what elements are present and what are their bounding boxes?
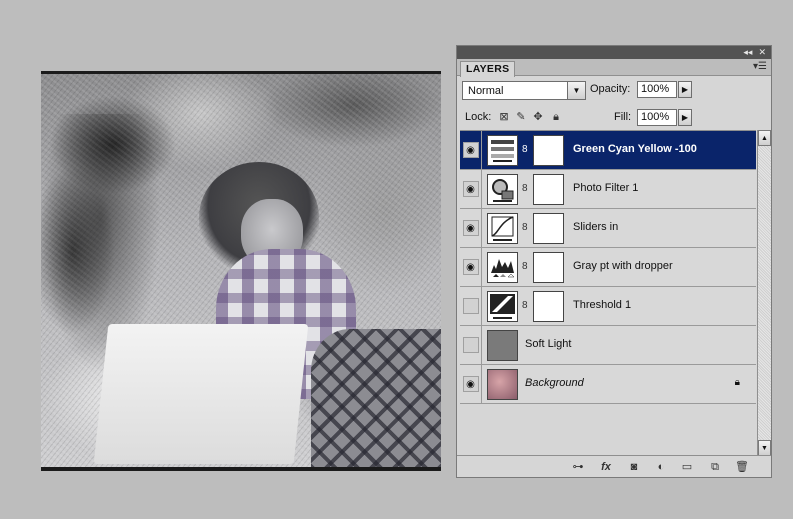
layer-row[interactable]: ◉ Background 🔒︎: [460, 365, 756, 404]
layer-row[interactable]: Soft Light: [460, 326, 756, 365]
visibility-toggle[interactable]: ◉: [460, 209, 482, 247]
fx-icon[interactable]: fx: [598, 459, 614, 475]
mask-link-icon[interactable]: 8: [522, 144, 528, 155]
chevron-down-icon[interactable]: ▼: [567, 82, 585, 99]
layer-name[interactable]: Soft Light: [525, 338, 571, 350]
layer-row[interactable]: ◉ 8 Sliders in: [460, 209, 756, 248]
lock-icon: 🔒︎: [734, 377, 740, 388]
layer-name[interactable]: Background: [525, 377, 584, 389]
document-canvas[interactable]: [41, 71, 441, 471]
layer-row[interactable]: ◉ 8 Green Cyan Yellow -100: [460, 131, 756, 170]
layer-name[interactable]: Sliders in: [573, 221, 618, 233]
eye-icon: ◉: [466, 378, 475, 390]
layers-list: ◉ 8 Green Cyan Yellow -100 ◉ 8 Photo Fil…: [460, 130, 756, 456]
visibility-toggle[interactable]: ◉: [460, 170, 482, 208]
layers-panel: ◂◂ ✕ LAYERS ▾☰ Normal ▼ Opacity: 100% ▶ …: [456, 45, 772, 478]
curves-icon[interactable]: [487, 213, 518, 244]
opacity-slider-arrow-icon[interactable]: ▶: [678, 81, 692, 98]
visibility-toggle[interactable]: [460, 326, 482, 364]
link-layers-icon[interactable]: ⊶: [570, 459, 586, 475]
layers-scrollbar[interactable]: ▲ ▼: [757, 130, 771, 456]
fill-input[interactable]: 100%: [637, 109, 677, 126]
scroll-down-icon[interactable]: ▼: [758, 440, 771, 456]
trash-icon[interactable]: 🗑︎: [734, 459, 750, 475]
layer-mask-thumbnail[interactable]: [533, 252, 564, 283]
lock-position-icon[interactable]: ✥: [532, 111, 544, 123]
adjustment-layer-icon[interactable]: ◐: [653, 459, 669, 475]
fill-slider-arrow-icon[interactable]: ▶: [678, 109, 692, 126]
layer-mask-thumbnail[interactable]: [533, 135, 564, 166]
layer-mask-thumbnail[interactable]: [533, 174, 564, 205]
layer-row[interactable]: 8 Threshold 1: [460, 287, 756, 326]
panel-tab-bar: LAYERS ▾☰: [457, 59, 771, 77]
blend-mode-select[interactable]: Normal ▼: [462, 81, 586, 100]
color-balance-icon[interactable]: [487, 135, 518, 166]
photo-gift-box: [93, 324, 309, 464]
mask-link-icon[interactable]: 8: [522, 261, 528, 272]
panel-bottom-bar: ⊶ fx ◙ ◐ ▭ ⧉ 🗑︎: [457, 455, 771, 477]
layer-name[interactable]: Threshold 1: [573, 299, 631, 311]
mask-link-icon[interactable]: 8: [522, 222, 528, 233]
add-mask-icon[interactable]: ◙: [626, 459, 642, 475]
lock-row: Lock: ⊠ ✎ ✥ 🔒︎ Fill: 100% ▶: [462, 108, 762, 128]
eye-icon: ◉: [466, 183, 475, 195]
close-panel-icon[interactable]: ✕: [758, 46, 766, 59]
layer-name[interactable]: Green Cyan Yellow -100: [573, 143, 697, 155]
panel-titlebar: ◂◂ ✕: [457, 46, 771, 59]
lock-label: Lock:: [465, 111, 492, 123]
eye-icon: ◉: [466, 222, 475, 234]
blend-mode-value: Normal: [468, 84, 504, 97]
visibility-toggle[interactable]: ◉: [460, 248, 482, 286]
fill-label: Fill:: [614, 111, 632, 123]
blend-row: Normal ▼ Opacity: 100% ▶: [462, 80, 762, 102]
scroll-up-icon[interactable]: ▲: [758, 130, 771, 146]
visibility-toggle[interactable]: [460, 287, 482, 325]
layer-name[interactable]: Photo Filter 1: [573, 182, 638, 194]
opacity-input[interactable]: 100%: [637, 81, 677, 98]
lock-transparent-icon[interactable]: ⊠: [498, 111, 510, 123]
new-group-icon[interactable]: ▭: [679, 459, 695, 475]
new-layer-icon[interactable]: ⧉: [707, 459, 723, 475]
levels-icon[interactable]: [487, 252, 518, 283]
layer-mask-thumbnail[interactable]: [533, 291, 564, 322]
layer-row[interactable]: ◉ 8 Gray pt with dropper: [460, 248, 756, 287]
mask-link-icon[interactable]: 8: [522, 300, 528, 311]
mask-link-icon[interactable]: 8: [522, 183, 528, 194]
gray-fill-icon[interactable]: [487, 330, 518, 361]
lock-all-icon[interactable]: 🔒︎: [550, 111, 562, 123]
collapse-panel-icon[interactable]: ◂◂: [743, 46, 752, 59]
eye-icon: ◉: [466, 144, 475, 156]
layer-mask-thumbnail[interactable]: [533, 213, 564, 244]
background-thumbnail[interactable]: [487, 369, 518, 400]
lock-pixels-icon[interactable]: ✎: [515, 111, 527, 123]
panel-menu-icon[interactable]: ▾☰: [753, 61, 767, 72]
photo-blanket: [311, 329, 441, 467]
layer-row[interactable]: ◉ 8 Photo Filter 1: [460, 170, 756, 209]
photo-filter-icon[interactable]: [487, 174, 518, 205]
threshold-icon[interactable]: [487, 291, 518, 322]
eye-icon: ◉: [466, 261, 475, 273]
visibility-toggle[interactable]: ◉: [460, 131, 482, 169]
tab-layers[interactable]: LAYERS: [460, 61, 516, 77]
photo-image: [41, 74, 441, 467]
opacity-label: Opacity:: [590, 83, 631, 95]
visibility-toggle[interactable]: ◉: [460, 365, 482, 403]
layer-name[interactable]: Gray pt with dropper: [573, 260, 673, 272]
